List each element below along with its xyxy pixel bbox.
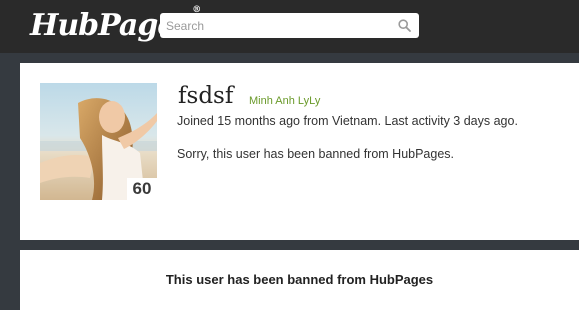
- content-panel: This user has been banned from HubPages: [20, 250, 579, 310]
- profile-username: fsdsf: [178, 83, 234, 109]
- banned-heading: This user has been banned from HubPages: [165, 272, 434, 287]
- banned-message: Sorry, this user has been banned from Hu…: [177, 147, 455, 161]
- profile-avatar[interactable]: 60: [40, 83, 157, 200]
- search-input[interactable]: [160, 13, 390, 38]
- profile-real-name-link[interactable]: Minh Anh LyLy: [249, 95, 320, 107]
- top-header: HubPages®: [0, 0, 579, 53]
- search-box: [160, 13, 419, 38]
- hubber-score-badge: 60: [127, 178, 157, 200]
- profile-panel: 60 fsdsf Minh Anh LyLy Joined 15 months …: [20, 63, 579, 240]
- search-icon[interactable]: [398, 19, 411, 32]
- profile-joined-info: Joined 15 months ago from Vietnam. Last …: [177, 114, 518, 128]
